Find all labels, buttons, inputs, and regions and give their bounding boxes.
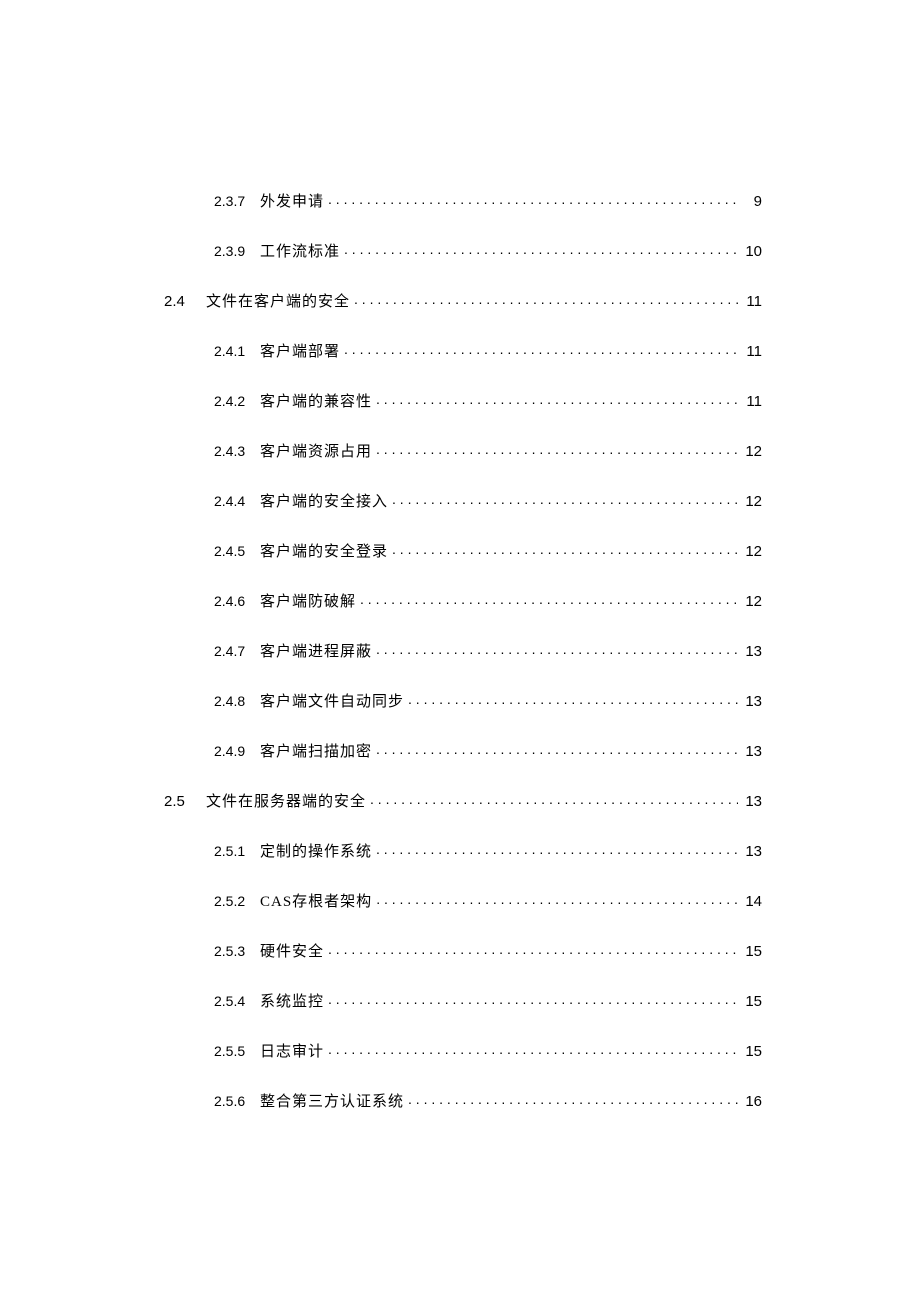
toc-number: 2.5.3 (214, 943, 260, 959)
toc-number: 2.4.4 (214, 493, 260, 509)
table-of-contents: 2.3.7外发申请92.3.9工作流标准102.4文件在客户端的安全112.4.… (164, 190, 762, 1140)
toc-page: 11 (742, 343, 762, 360)
toc-page: 14 (742, 893, 762, 910)
toc-number: 2.4.6 (214, 593, 260, 609)
toc-entry: 2.5.3硬件安全 15 (164, 940, 762, 990)
toc-number: 2.5.6 (214, 1093, 260, 1109)
toc-entry: 2.5.4系统监控 15 (164, 990, 762, 1040)
toc-leader (376, 441, 738, 456)
toc-number: 2.4.3 (214, 443, 260, 459)
toc-title: 客户端扫描加密 (260, 740, 372, 761)
toc-title: 文件在服务器端的安全 (206, 790, 366, 811)
toc-entry: 2.5.5日志审计 15 (164, 1040, 762, 1090)
toc-entry: 2.4.8客户端文件自动同步 13 (164, 690, 762, 740)
toc-title: 客户端的安全接入 (260, 490, 388, 511)
toc-title: 客户端文件自动同步 (260, 690, 404, 711)
toc-number: 2.4.1 (214, 343, 260, 359)
toc-page: 10 (742, 243, 762, 260)
toc-page: 13 (742, 743, 762, 760)
toc-leader (376, 891, 738, 906)
toc-leader (376, 391, 738, 406)
toc-entry: 2.5文件在服务器端的安全 13 (164, 790, 762, 840)
toc-entry: 2.3.9工作流标准 10 (164, 240, 762, 290)
toc-title: 客户端防破解 (260, 590, 356, 611)
toc-title: 整合第三方认证系统 (260, 1090, 404, 1111)
toc-page: 12 (742, 493, 762, 510)
toc-number: 2.3.7 (214, 193, 260, 209)
toc-title: 客户端的兼容性 (260, 390, 372, 411)
toc-leader (344, 241, 738, 256)
toc-leader (376, 641, 738, 656)
toc-number: 2.4.5 (214, 543, 260, 559)
toc-number: 2.5 (164, 793, 206, 810)
toc-leader (392, 541, 738, 556)
toc-number: 2.4.9 (214, 743, 260, 759)
toc-page: 11 (742, 393, 762, 410)
toc-leader (408, 691, 738, 706)
toc-page: 12 (742, 443, 762, 460)
toc-title: 系统监控 (260, 990, 324, 1011)
toc-page: 15 (742, 1043, 762, 1060)
toc-leader (376, 841, 738, 856)
toc-entry: 2.4.9客户端扫描加密 13 (164, 740, 762, 790)
toc-page: 16 (742, 1093, 762, 1110)
toc-title: CAS存根者架构 (260, 890, 372, 911)
toc-number: 2.4.7 (214, 643, 260, 659)
toc-number: 2.5.4 (214, 993, 260, 1009)
toc-number: 2.3.9 (214, 243, 260, 259)
toc-entry: 2.4.2客户端的兼容性 11 (164, 390, 762, 440)
toc-page: 13 (742, 793, 762, 810)
toc-entry: 2.4.1客户端部署 11 (164, 340, 762, 390)
toc-number: 2.5.5 (214, 1043, 260, 1059)
toc-entry: 2.4.4客户端的安全接入 12 (164, 490, 762, 540)
toc-title: 工作流标准 (260, 240, 340, 261)
toc-title: 文件在客户端的安全 (206, 290, 350, 311)
toc-leader (370, 791, 738, 806)
toc-entry: 2.4.6客户端防破解 12 (164, 590, 762, 640)
toc-title: 客户端进程屏蔽 (260, 640, 372, 661)
toc-title: 客户端的安全登录 (260, 540, 388, 561)
toc-title: 客户端资源占用 (260, 440, 372, 461)
toc-entry: 2.3.7外发申请 9 (164, 190, 762, 240)
toc-number: 2.4.2 (214, 393, 260, 409)
toc-page: 12 (742, 593, 762, 610)
toc-entry: 2.5.6整合第三方认证系统 16 (164, 1090, 762, 1140)
toc-title: 硬件安全 (260, 940, 324, 961)
toc-leader (392, 491, 738, 506)
toc-leader (360, 591, 738, 606)
toc-title: 外发申请 (260, 190, 324, 211)
toc-page: 15 (742, 993, 762, 1010)
toc-leader (376, 741, 738, 756)
toc-entry: 2.4文件在客户端的安全 11 (164, 290, 762, 340)
toc-page: 11 (742, 293, 762, 310)
toc-leader (344, 341, 738, 356)
toc-title: 客户端部署 (260, 340, 340, 361)
toc-page: 9 (742, 193, 762, 210)
toc-leader (354, 291, 738, 306)
toc-page: 13 (742, 643, 762, 660)
toc-entry: 2.4.5客户端的安全登录 12 (164, 540, 762, 590)
toc-number: 2.4.8 (214, 693, 260, 709)
toc-title: 定制的操作系统 (260, 840, 372, 861)
toc-number: 2.4 (164, 293, 206, 310)
toc-entry: 2.4.3客户端资源占用 12 (164, 440, 762, 490)
toc-entry: 2.4.7客户端进程屏蔽 13 (164, 640, 762, 690)
toc-page: 13 (742, 843, 762, 860)
toc-leader (408, 1091, 738, 1106)
toc-entry: 2.5.1定制的操作系统 13 (164, 840, 762, 890)
toc-entry: 2.5.2CAS存根者架构 14 (164, 890, 762, 940)
toc-page: 12 (742, 543, 762, 560)
toc-page: 15 (742, 943, 762, 960)
toc-title: 日志审计 (260, 1040, 324, 1061)
toc-leader (328, 191, 738, 206)
toc-leader (328, 1041, 738, 1056)
toc-leader (328, 941, 738, 956)
toc-leader (328, 991, 738, 1006)
toc-number: 2.5.1 (214, 843, 260, 859)
toc-page: 13 (742, 693, 762, 710)
toc-number: 2.5.2 (214, 893, 260, 909)
